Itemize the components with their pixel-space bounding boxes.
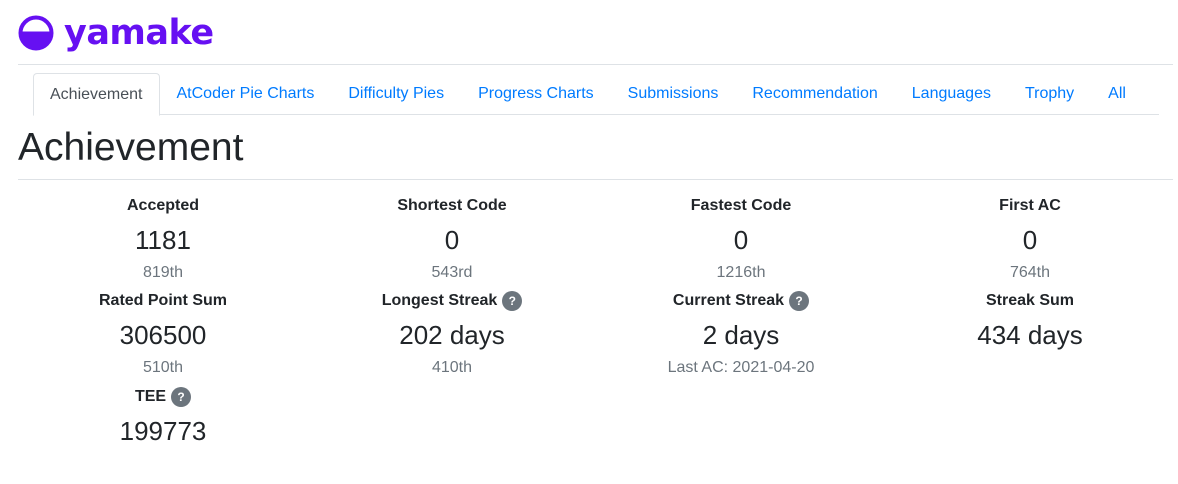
half-circle-logo-icon [18, 15, 54, 51]
nav-tabs: Achievement AtCoder Pie Charts Difficult… [33, 73, 1159, 116]
stat-first-ac: First AC 0 764th [885, 194, 1175, 284]
stat-value: 202 days [399, 320, 505, 350]
stat-rank: 543rd [431, 264, 473, 281]
stat-rank: 819th [142, 264, 184, 281]
stat-rank: 1216th [716, 264, 766, 281]
tab-progress-charts[interactable]: Progress Charts [461, 73, 611, 115]
stat-label: Streak Sum [985, 292, 1075, 309]
tab-difficulty-pies[interactable]: Difficulty Pies [331, 73, 461, 115]
tab-atcoder-pie-charts[interactable]: AtCoder Pie Charts [160, 73, 332, 115]
stat-label-row: Longest Streak ? [307, 289, 597, 313]
stat-shortest-code: Shortest Code 0 543rd [307, 194, 597, 284]
help-icon[interactable]: ? [789, 291, 810, 311]
header-divider [18, 64, 1173, 65]
stat-label: Shortest Code [397, 197, 507, 214]
stat-streak-sum: Streak Sum 434 days [885, 289, 1175, 357]
stat-value: 0 [444, 225, 460, 255]
stat-rank: 764th [1009, 264, 1051, 281]
stat-label: TEE [134, 388, 167, 405]
stat-value: 2 days [702, 320, 780, 350]
tab-achievement[interactable]: Achievement [33, 73, 160, 116]
stat-current-streak: Current Streak ? 2 days Last AC: 2021-04… [596, 289, 886, 379]
stat-label-row: Current Streak ? [596, 289, 886, 313]
stat-rated-point-sum: Rated Point Sum 306500 510th [18, 289, 308, 379]
stat-accepted: Accepted 1181 819th [18, 194, 308, 284]
help-icon[interactable]: ? [502, 291, 523, 311]
stat-label: Longest Streak [381, 292, 498, 309]
tab-trophy[interactable]: Trophy [1008, 73, 1091, 115]
help-icon[interactable]: ? [171, 387, 192, 407]
stat-label: Current Streak [672, 292, 785, 309]
stat-value: 0 [1022, 225, 1038, 255]
tab-all[interactable]: All [1091, 73, 1143, 115]
stat-label: Fastest Code [690, 197, 792, 214]
user-name: yamake [64, 13, 214, 53]
stat-label: Accepted [126, 197, 200, 214]
last-ac-date: Last AC: 2021-04-20 [667, 359, 815, 376]
stat-value: 1181 [135, 225, 191, 255]
tab-recommendation[interactable]: Recommendation [735, 73, 894, 115]
header: yamake [18, 10, 214, 56]
tab-submissions[interactable]: Submissions [611, 73, 736, 115]
stat-rank: 410th [431, 359, 473, 376]
stat-longest-streak: Longest Streak ? 202 days 410th [307, 289, 597, 379]
title-divider [18, 179, 1173, 180]
stat-value: 199773 [119, 416, 207, 446]
stat-label-row: TEE ? [18, 385, 308, 409]
tab-languages[interactable]: Languages [895, 73, 1008, 115]
stat-value: 306500 [119, 320, 207, 350]
page-title: Achievement [18, 126, 244, 169]
stat-fastest-code: Fastest Code 0 1216th [596, 194, 886, 284]
stat-tee: TEE ? 199773 [18, 385, 308, 453]
stat-rank: 510th [142, 359, 184, 376]
stat-label: First AC [999, 197, 1061, 214]
stat-label: Rated Point Sum [98, 292, 227, 309]
stat-value: 0 [733, 225, 749, 255]
stat-value: 434 days [977, 320, 1083, 350]
